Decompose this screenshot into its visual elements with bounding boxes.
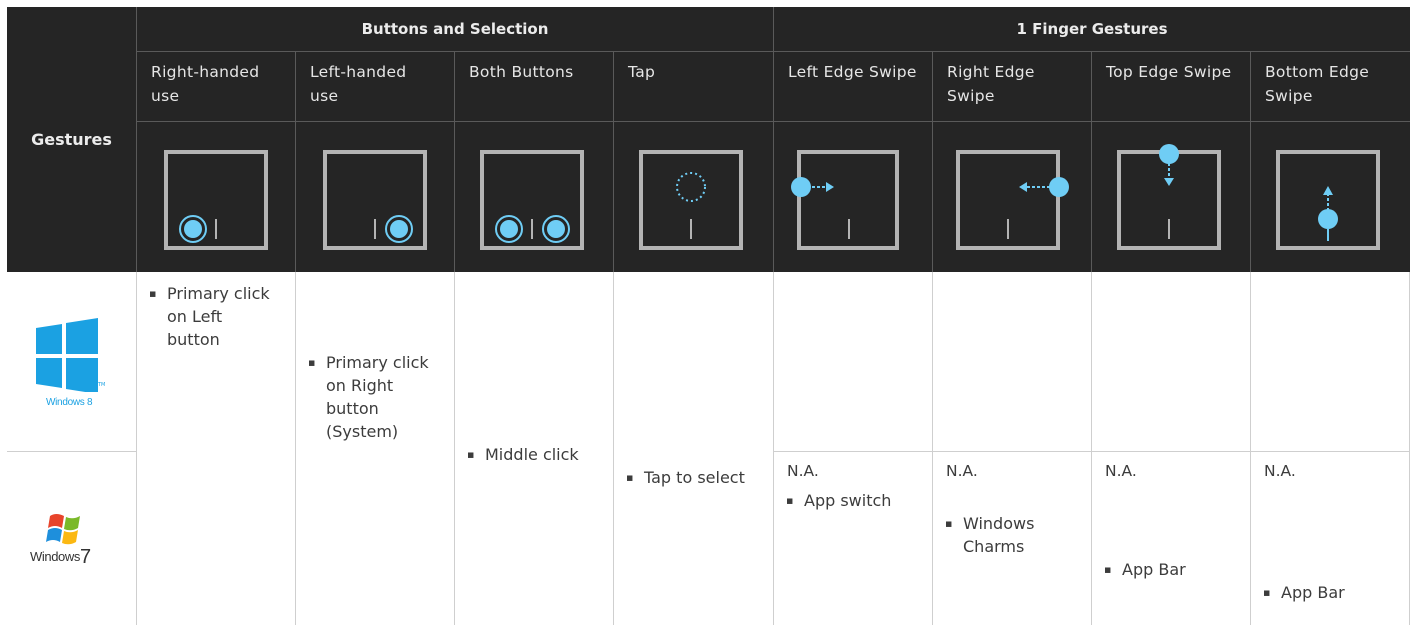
windows-7-logo: Windows7 (30, 510, 120, 570)
windows-8-tm: TM (98, 382, 106, 388)
col-title-bottom-edge-swipe: Bottom Edge Swipe (1265, 63, 1370, 105)
touchpad-left-edge-swipe-icon (791, 150, 899, 250)
group-header-buttons-selection: Buttons and Selection (361, 20, 549, 38)
cell-both-buttons-win8: ▪ Middle click (467, 445, 579, 464)
windows-7-flag-icon (46, 514, 80, 545)
col-title-left-edge-swipe: Left Edge Swipe (788, 63, 917, 81)
cell-bottom-edge-swipe-win7: N.A. (1264, 462, 1296, 480)
col-title-both-buttons: Both Buttons (469, 63, 574, 81)
col-title-tap: Tap (628, 63, 656, 81)
cell-right-handed-win8: ▪ Primary click on Left button (149, 284, 270, 349)
touchpad-top-edge-swipe-icon (1117, 144, 1221, 250)
windows-8-logo: TM Windows 8 (28, 318, 118, 418)
windows-8-flag-icon (36, 318, 98, 392)
cell-right-edge-swipe-win8: ▪ Windows Charms (945, 514, 1035, 556)
col-title-right-edge-swipe: Right Edge Swipe (947, 63, 1035, 105)
touchpad-bottom-edge-swipe-icon (1276, 150, 1380, 250)
cell-left-edge-swipe-win8: ▪ App switch (786, 491, 892, 510)
cell-left-handed-win8: ▪ Primary click on Right button (System) (308, 353, 429, 441)
cell-top-edge-swipe-win8: ▪ App Bar (1104, 560, 1186, 579)
col-title-left-handed: Left-handed use (310, 63, 407, 105)
touchpad-left-handed-icon (323, 150, 427, 250)
touchpad-right-edge-swipe-icon (956, 150, 1069, 250)
gestures-row-label: Gestures (31, 130, 112, 149)
cell-tap-win8: ▪ Tap to select (626, 468, 745, 487)
windows-7-number: 7 (79, 546, 92, 568)
touchpad-right-handed-icon (164, 150, 268, 250)
cell-right-edge-swipe-win7: N.A. (946, 462, 978, 480)
touchpad-both-buttons-icon (480, 150, 584, 250)
cell-bottom-edge-swipe-win8: ▪ App Bar (1263, 583, 1345, 602)
cell-left-edge-swipe-win7: N.A. (787, 462, 819, 480)
windows-8-text: Windows 8 (46, 397, 93, 408)
cell-top-edge-swipe-win7: N.A. (1105, 462, 1137, 480)
group-header-one-finger: 1 Finger Gestures (1016, 20, 1168, 38)
col-title-top-edge-swipe: Top Edge Swipe (1106, 63, 1232, 81)
windows-7-text: Windows (30, 549, 80, 564)
col-title-right-handed: Right-handed use (151, 63, 260, 105)
touchpad-tap-icon (639, 150, 743, 250)
